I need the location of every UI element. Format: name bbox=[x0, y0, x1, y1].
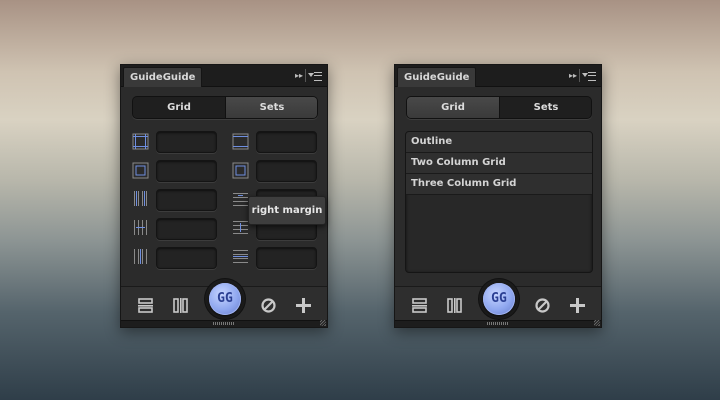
column-midpoint-icon[interactable] bbox=[132, 248, 149, 265]
left-inset-field[interactable] bbox=[156, 160, 217, 182]
tab-grid[interactable]: Grid bbox=[133, 97, 225, 118]
vertical-guide-icon[interactable] bbox=[446, 297, 463, 314]
columns-field[interactable] bbox=[156, 189, 217, 211]
panel-footer bbox=[121, 320, 327, 327]
panel-tab[interactable]: GuideGuide bbox=[123, 67, 203, 87]
gg-button-ring: GG bbox=[479, 279, 519, 319]
grid-sets-toggle: Grid Sets bbox=[406, 96, 592, 119]
collapse-panel-icon[interactable]: ▸▸ bbox=[569, 70, 577, 81]
gg-button-ring: GG bbox=[205, 279, 245, 319]
action-bar: GG bbox=[395, 279, 601, 324]
list-item[interactable]: Two Column Grid bbox=[406, 153, 592, 174]
horizontal-guide-icon[interactable] bbox=[137, 297, 154, 314]
control-divider bbox=[305, 69, 306, 82]
rows-icon[interactable] bbox=[232, 190, 249, 207]
tooltip: right margin bbox=[248, 196, 326, 225]
clear-guides-icon[interactable] bbox=[260, 297, 277, 314]
column-midpoint-field[interactable] bbox=[156, 247, 217, 269]
panel-tab[interactable]: GuideGuide bbox=[397, 67, 477, 87]
columns-icon[interactable] bbox=[132, 190, 149, 207]
resize-handle-icon[interactable] bbox=[594, 320, 600, 326]
column-gutter-icon[interactable] bbox=[132, 219, 149, 236]
resize-handle-icon[interactable] bbox=[320, 320, 326, 326]
guideguide-panel-sets: GuideGuide ▸▸ Grid Sets Outline Two Colu… bbox=[394, 64, 602, 328]
grip-icon[interactable] bbox=[487, 322, 509, 325]
add-set-icon[interactable] bbox=[295, 297, 312, 314]
action-bar: GG bbox=[121, 279, 327, 324]
row-midpoint-icon[interactable] bbox=[232, 248, 249, 265]
tab-sets[interactable]: Sets bbox=[225, 97, 317, 118]
margin-inset-icon[interactable] bbox=[232, 162, 249, 179]
column-gutter-field[interactable] bbox=[156, 218, 217, 240]
panel-titlebar: GuideGuide ▸▸ bbox=[121, 65, 327, 87]
clear-guides-icon[interactable] bbox=[534, 297, 551, 314]
panel-menu-icon[interactable] bbox=[308, 70, 322, 81]
sets-list: Outline Two Column Grid Three Column Gri… bbox=[405, 131, 593, 273]
grid-sets-toggle: Grid Sets bbox=[132, 96, 318, 119]
list-item[interactable]: Three Column Grid bbox=[406, 174, 592, 195]
margin-outline-icon[interactable] bbox=[232, 133, 249, 150]
margin-inset-icon[interactable] bbox=[132, 162, 149, 179]
add-set-icon[interactable] bbox=[569, 297, 586, 314]
left-margin-field[interactable] bbox=[156, 131, 217, 153]
collapse-panel-icon[interactable]: ▸▸ bbox=[295, 70, 303, 81]
control-divider bbox=[579, 69, 580, 82]
top-inset-field[interactable] bbox=[256, 160, 317, 182]
row-gutter-icon[interactable] bbox=[232, 219, 249, 236]
list-item[interactable]: Outline bbox=[406, 132, 592, 153]
grip-icon[interactable] bbox=[213, 322, 235, 325]
tab-sets[interactable]: Sets bbox=[499, 97, 591, 118]
panel-menu-icon[interactable] bbox=[582, 70, 596, 81]
top-margin-field[interactable] bbox=[256, 131, 317, 153]
panel-footer bbox=[395, 320, 601, 327]
horizontal-guide-icon[interactable] bbox=[411, 297, 428, 314]
make-grid-button[interactable]: GG bbox=[483, 283, 515, 315]
tab-grid[interactable]: Grid bbox=[407, 97, 499, 118]
vertical-guide-icon[interactable] bbox=[172, 297, 189, 314]
panel-titlebar: GuideGuide ▸▸ bbox=[395, 65, 601, 87]
margin-outline-icon[interactable] bbox=[132, 133, 149, 150]
row-midpoint-field[interactable] bbox=[256, 247, 317, 269]
make-grid-button[interactable]: GG bbox=[209, 283, 241, 315]
